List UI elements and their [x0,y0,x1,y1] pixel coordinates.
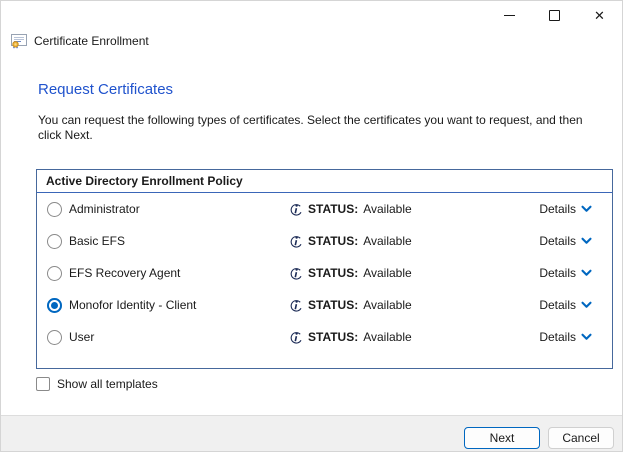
chevron-down-icon [581,301,592,309]
status-label: STATUS: [308,202,358,216]
details-label: Details [539,298,576,312]
template-row-basic-efs[interactable]: Basic EFS STATUS: Available Details [37,225,612,257]
status-label: STATUS: [308,266,358,280]
template-list: Active Directory Enrollment Policy Admin… [36,169,613,369]
certificate-icon [11,33,28,49]
status-group: STATUS: Available [289,234,412,249]
chevron-down-icon [581,269,592,277]
info-icon [289,202,303,217]
show-all-templates-checkbox[interactable] [36,377,50,391]
next-button[interactable]: Next [464,427,540,449]
details-toggle[interactable]: Details [539,298,592,312]
show-all-templates-row[interactable]: Show all templates [36,377,158,391]
cancel-button[interactable]: Cancel [548,427,614,449]
details-label: Details [539,202,576,216]
details-label: Details [539,330,576,344]
details-toggle[interactable]: Details [539,330,592,344]
template-name: EFS Recovery Agent [69,266,180,280]
details-label: Details [539,234,576,248]
intro-text: You can request the following types of c… [38,113,594,143]
page-title: Request Certificates [38,81,173,98]
template-name: User [69,330,94,344]
details-toggle[interactable]: Details [539,266,592,280]
status-value: Available [363,202,411,216]
status-label: STATUS: [308,234,358,248]
template-row-administrator[interactable]: Administrator STATUS: Available Details [37,193,612,225]
details-toggle[interactable]: Details [539,234,592,248]
certificate-enrollment-window: ✕ Certificate Enrollment Request Certifi… [0,0,623,452]
info-icon [289,298,303,313]
footer-bar: Next Cancel [1,415,622,452]
status-group: STATUS: Available [289,330,412,345]
maximize-icon [549,10,560,21]
chevron-down-icon [581,333,592,341]
minimize-icon [504,15,515,16]
chevron-down-icon [581,205,592,213]
details-toggle[interactable]: Details [539,202,592,216]
show-all-templates-label: Show all templates [57,377,158,391]
status-label: STATUS: [308,298,358,312]
template-row-efs-recovery-agent[interactable]: EFS Recovery Agent STATUS: Available Det… [37,257,612,289]
template-row-monofor-identity-client[interactable]: Monofor Identity - Client STATUS: Availa… [37,289,612,321]
template-name: Administrator [69,202,140,216]
minimize-button[interactable] [487,1,532,29]
info-icon [289,330,303,345]
chevron-down-icon [581,237,592,245]
status-value: Available [363,266,411,280]
template-name: Basic EFS [69,234,125,248]
radio-button[interactable] [47,330,62,345]
info-icon [289,234,303,249]
enrollment-policy-header: Active Directory Enrollment Policy [37,170,612,193]
radio-button-selected[interactable] [47,298,62,313]
status-label: STATUS: [308,330,358,344]
status-group: STATUS: Available [289,266,412,281]
details-label: Details [539,266,576,280]
close-icon: ✕ [594,9,605,22]
radio-button[interactable] [47,202,62,217]
status-value: Available [363,330,411,344]
window-controls: ✕ [487,1,622,29]
radio-button[interactable] [47,234,62,249]
close-button[interactable]: ✕ [577,1,622,29]
info-icon [289,266,303,281]
window-title: Certificate Enrollment [34,34,149,48]
template-name: Monofor Identity - Client [69,298,196,312]
status-value: Available [363,298,411,312]
status-group: STATUS: Available [289,298,412,313]
status-value: Available [363,234,411,248]
template-row-user[interactable]: User STATUS: Available Details [37,321,612,353]
status-group: STATUS: Available [289,202,412,217]
app-header: Certificate Enrollment [11,33,149,49]
radio-button[interactable] [47,266,62,281]
maximize-button[interactable] [532,1,577,29]
